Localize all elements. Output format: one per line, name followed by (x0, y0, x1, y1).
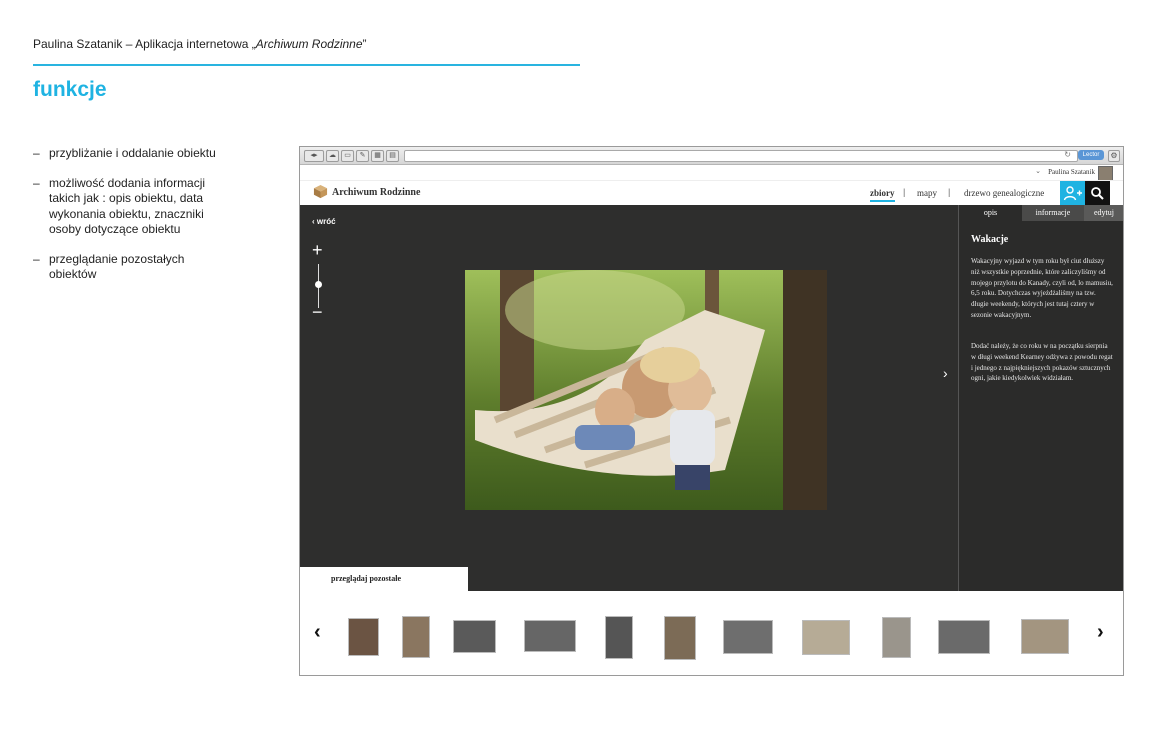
logo-cube-icon (313, 184, 328, 199)
thumbnail[interactable] (348, 618, 379, 656)
thumbnail[interactable] (524, 620, 576, 652)
search-icon (1091, 187, 1104, 200)
browser-window: ◂▸ ☁ ▭ ✎ ▦ ▤ ↻ Lector ⚙ ⌄ Paulina Szatan… (299, 146, 1124, 676)
header-divider (33, 64, 580, 66)
nav-separator: | (948, 187, 951, 197)
strip-next-arrow[interactable]: › (1097, 621, 1104, 644)
nav-item-drzewo[interactable]: drzewo genealogiczne (964, 188, 1044, 198)
tools-icon[interactable]: ✎ (356, 150, 369, 162)
user-bar: ⌄ Paulina Szatanik (300, 165, 1123, 181)
tab-informacje[interactable]: informacje (1022, 205, 1084, 221)
user-name[interactable]: Paulina Szatanik (1048, 168, 1095, 176)
strip-prev-arrow[interactable]: ‹ (314, 621, 321, 644)
photo-description-2: Dodać należy, że co roku w na początku s… (971, 342, 1113, 383)
header-suffix: ” (362, 37, 367, 51)
thumbnail[interactable] (605, 616, 633, 659)
photo-description: Wakacyjny wyjazd w tym roku był ciut dłu… (971, 257, 1113, 319)
next-photo-arrow[interactable]: › (943, 365, 948, 381)
zoom-out-button[interactable]: − (312, 303, 323, 321)
cloud-icon[interactable]: ☁ (326, 150, 339, 162)
url-bar[interactable]: ↻ (404, 150, 1078, 162)
tab-edytuj[interactable]: edytuj (1084, 205, 1123, 221)
add-user-icon (1063, 186, 1082, 201)
thumbnail[interactable] (723, 620, 773, 654)
details-panel: opis informacje edytuj Wakacje Wakacyjny… (958, 205, 1123, 591)
thumbnail-strip: ‹ › (300, 591, 1123, 675)
logo-text[interactable]: Archiwum Rodzinne (332, 187, 420, 198)
zoom-slider-handle[interactable] (315, 281, 322, 288)
feature-item-zoom: przybliżanie i oddalanie obiektu (33, 146, 223, 161)
nav-item-mapy[interactable]: mapy (917, 188, 937, 198)
thumbnail[interactable] (1021, 619, 1069, 654)
thumbnail[interactable] (802, 620, 850, 655)
tab-opis[interactable]: opis (959, 205, 1022, 221)
reader-button[interactable]: Lector (1078, 150, 1104, 160)
thumbnail[interactable] (453, 620, 496, 653)
header-title: Archiwum Rodzinne (255, 37, 363, 51)
feature-item-browse: przeglądanie pozostałych obiektów (33, 252, 223, 282)
nav-separator: | (903, 187, 906, 197)
back-label: wróć (316, 217, 336, 226)
nav-item-zbiory[interactable]: zbiory (870, 188, 895, 202)
search-button[interactable] (1085, 181, 1110, 206)
main-photo[interactable] (465, 270, 827, 510)
thumbnail[interactable] (882, 617, 911, 658)
thumbnail[interactable] (402, 616, 430, 658)
feature-item-info: możliwość dodania informacji takich jak … (33, 176, 223, 237)
thumbnail[interactable] (664, 616, 696, 660)
photo-viewer: ‹ wróć + − › przeglądaj pozostałe (300, 205, 958, 591)
gear-icon[interactable]: ⚙ (1108, 150, 1120, 162)
reload-icon[interactable]: ↻ (1064, 150, 1071, 159)
feature-list: przybliżanie i oddalanie obiektu możliwo… (33, 146, 223, 297)
browse-others-tab[interactable]: przeglądaj pozostałe (300, 567, 468, 591)
avatar[interactable] (1098, 166, 1113, 181)
chevron-down-icon[interactable]: ⌄ (1035, 167, 1041, 175)
share-icon[interactable]: ▭ (341, 150, 354, 162)
bookmarks-icon[interactable]: ▤ (386, 150, 399, 162)
header-prefix: Paulina Szatanik – Aplikacja internetowa… (33, 37, 256, 51)
app-navbar: Archiwum Rodzinne zbiory | mapy | drzewo… (300, 180, 1123, 206)
thumbnail[interactable] (938, 620, 990, 654)
browser-toolbar: ◂▸ ☁ ▭ ✎ ▦ ▤ ↻ Lector ⚙ (300, 147, 1123, 165)
zoom-in-button[interactable]: + (312, 241, 323, 259)
grid-icon[interactable]: ▦ (371, 150, 384, 162)
panel-tabs: opis informacje edytuj (959, 205, 1123, 221)
back-link[interactable]: ‹ wróć (312, 217, 336, 226)
document-header: Paulina Szatanik – Aplikacja internetowa… (33, 37, 367, 51)
section-title: funkcje (33, 78, 107, 101)
add-user-button[interactable] (1060, 181, 1085, 206)
photo-title: Wakacje (971, 234, 1009, 245)
back-forward-icon[interactable]: ◂▸ (304, 150, 324, 162)
